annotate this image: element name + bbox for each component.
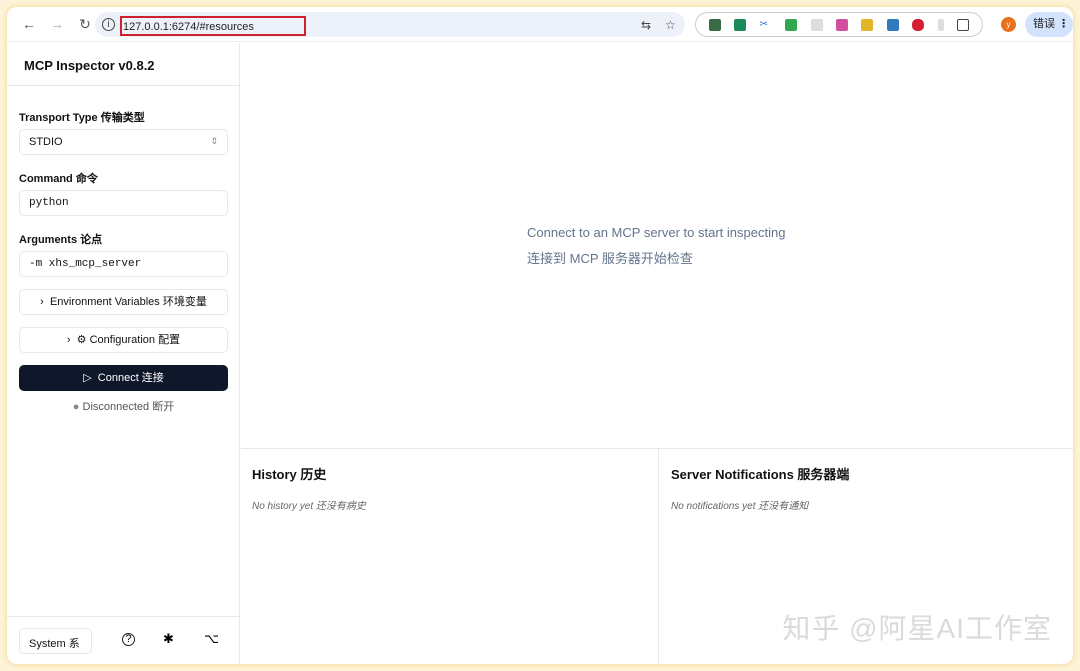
command-label: Command 命令: [19, 173, 98, 185]
arguments-input[interactable]: -m xhs_mcp_server: [19, 251, 228, 277]
connect-button[interactable]: ▷ Connect 连接: [19, 365, 228, 391]
extension-icon[interactable]: [835, 18, 848, 31]
notifications-title: Server Notifications 服务器端: [671, 467, 850, 482]
chevron-right-icon: ›: [66, 334, 71, 346]
menu-icon: ⋮: [1058, 18, 1070, 30]
theme-select[interactable]: System 系: [19, 628, 92, 654]
env-label: Environment Variables 环境变量: [49, 296, 207, 308]
error-label: 错误: [1033, 18, 1055, 30]
transport-select[interactable]: STDIO ⇕: [19, 129, 228, 155]
theme-value: System 系: [29, 638, 80, 650]
browser-window: ← → ↻ i 127.0.0.1:6274/#resources ⇆ ☆ ✂ …: [7, 7, 1073, 664]
bug-icon[interactable]: ✱: [163, 631, 174, 647]
avatar[interactable]: y: [1001, 17, 1016, 32]
chevron-updown-icon: ⇕: [210, 136, 218, 146]
config-label: Configuration 配置: [89, 334, 181, 346]
chevron-right-icon: ›: [40, 296, 44, 308]
environment-variables-button[interactable]: › Environment Variables 环境变量: [19, 289, 228, 315]
scissors-icon[interactable]: ✂: [759, 18, 772, 31]
empty-state: Connect to an MCP server to start inspec…: [527, 220, 785, 272]
play-icon: ▷: [83, 372, 92, 384]
check-icon[interactable]: [785, 18, 798, 31]
forward-icon[interactable]: →: [43, 16, 71, 32]
main-panel: Connect to an MCP server to start inspec…: [241, 43, 1073, 664]
puzzle-icon[interactable]: [957, 18, 970, 31]
history-pane: History 历史 No history yet 还没有病史: [241, 449, 659, 664]
connection-status: ● Disconnected 断开: [7, 398, 240, 414]
extension-icon[interactable]: [861, 18, 874, 31]
gear-icon: ⚙: [76, 334, 87, 346]
watermark: 知乎 @阿星AI工作室: [782, 613, 1052, 644]
status-text: Disconnected 断开: [82, 401, 175, 413]
error-button[interactable]: 错误 ⋮: [1025, 12, 1073, 37]
command-input[interactable]: python: [19, 190, 228, 216]
empty-state-line2: 连接到 MCP 服务器开始检查: [527, 251, 693, 266]
extension-icon[interactable]: [937, 18, 944, 31]
transport-value: STDIO: [29, 136, 63, 148]
translate-icon[interactable]: ⇆: [641, 18, 651, 32]
notifications-empty: No notifications yet 还没有通知: [671, 501, 809, 512]
app-title: MCP Inspector v0.8.2: [7, 43, 239, 86]
arguments-label: Arguments 论点: [19, 234, 103, 246]
url-input[interactable]: 127.0.0.1:6274/#resources: [120, 16, 306, 36]
extension-icon[interactable]: [810, 18, 823, 31]
empty-state-line1: Connect to an MCP server to start inspec…: [527, 225, 786, 240]
back-icon[interactable]: ←: [15, 16, 43, 32]
extension-icon[interactable]: [912, 18, 925, 31]
history-empty: No history yet 还没有病史: [252, 501, 366, 512]
status-dot-icon: ●: [72, 401, 80, 413]
extension-icon[interactable]: [708, 18, 721, 31]
star-icon[interactable]: ☆: [665, 18, 676, 32]
connect-label: Connect 连接: [97, 372, 164, 384]
extensions-bar: ✂: [695, 12, 983, 37]
transport-label: Transport Type 传输类型: [19, 112, 145, 124]
help-icon[interactable]: ?: [122, 633, 135, 646]
history-title: History 历史: [252, 467, 327, 482]
extension-icon[interactable]: [886, 18, 899, 31]
info-icon[interactable]: i: [102, 18, 115, 31]
configuration-button[interactable]: › ⚙ Configuration 配置: [19, 327, 228, 353]
sidebar-footer: System 系 ? ✱ ⌥: [7, 616, 239, 664]
github-icon[interactable]: ⌥: [204, 631, 219, 647]
sidebar: MCP Inspector v0.8.2 Transport Type 传输类型…: [7, 43, 240, 664]
extension-icon[interactable]: [734, 18, 747, 31]
